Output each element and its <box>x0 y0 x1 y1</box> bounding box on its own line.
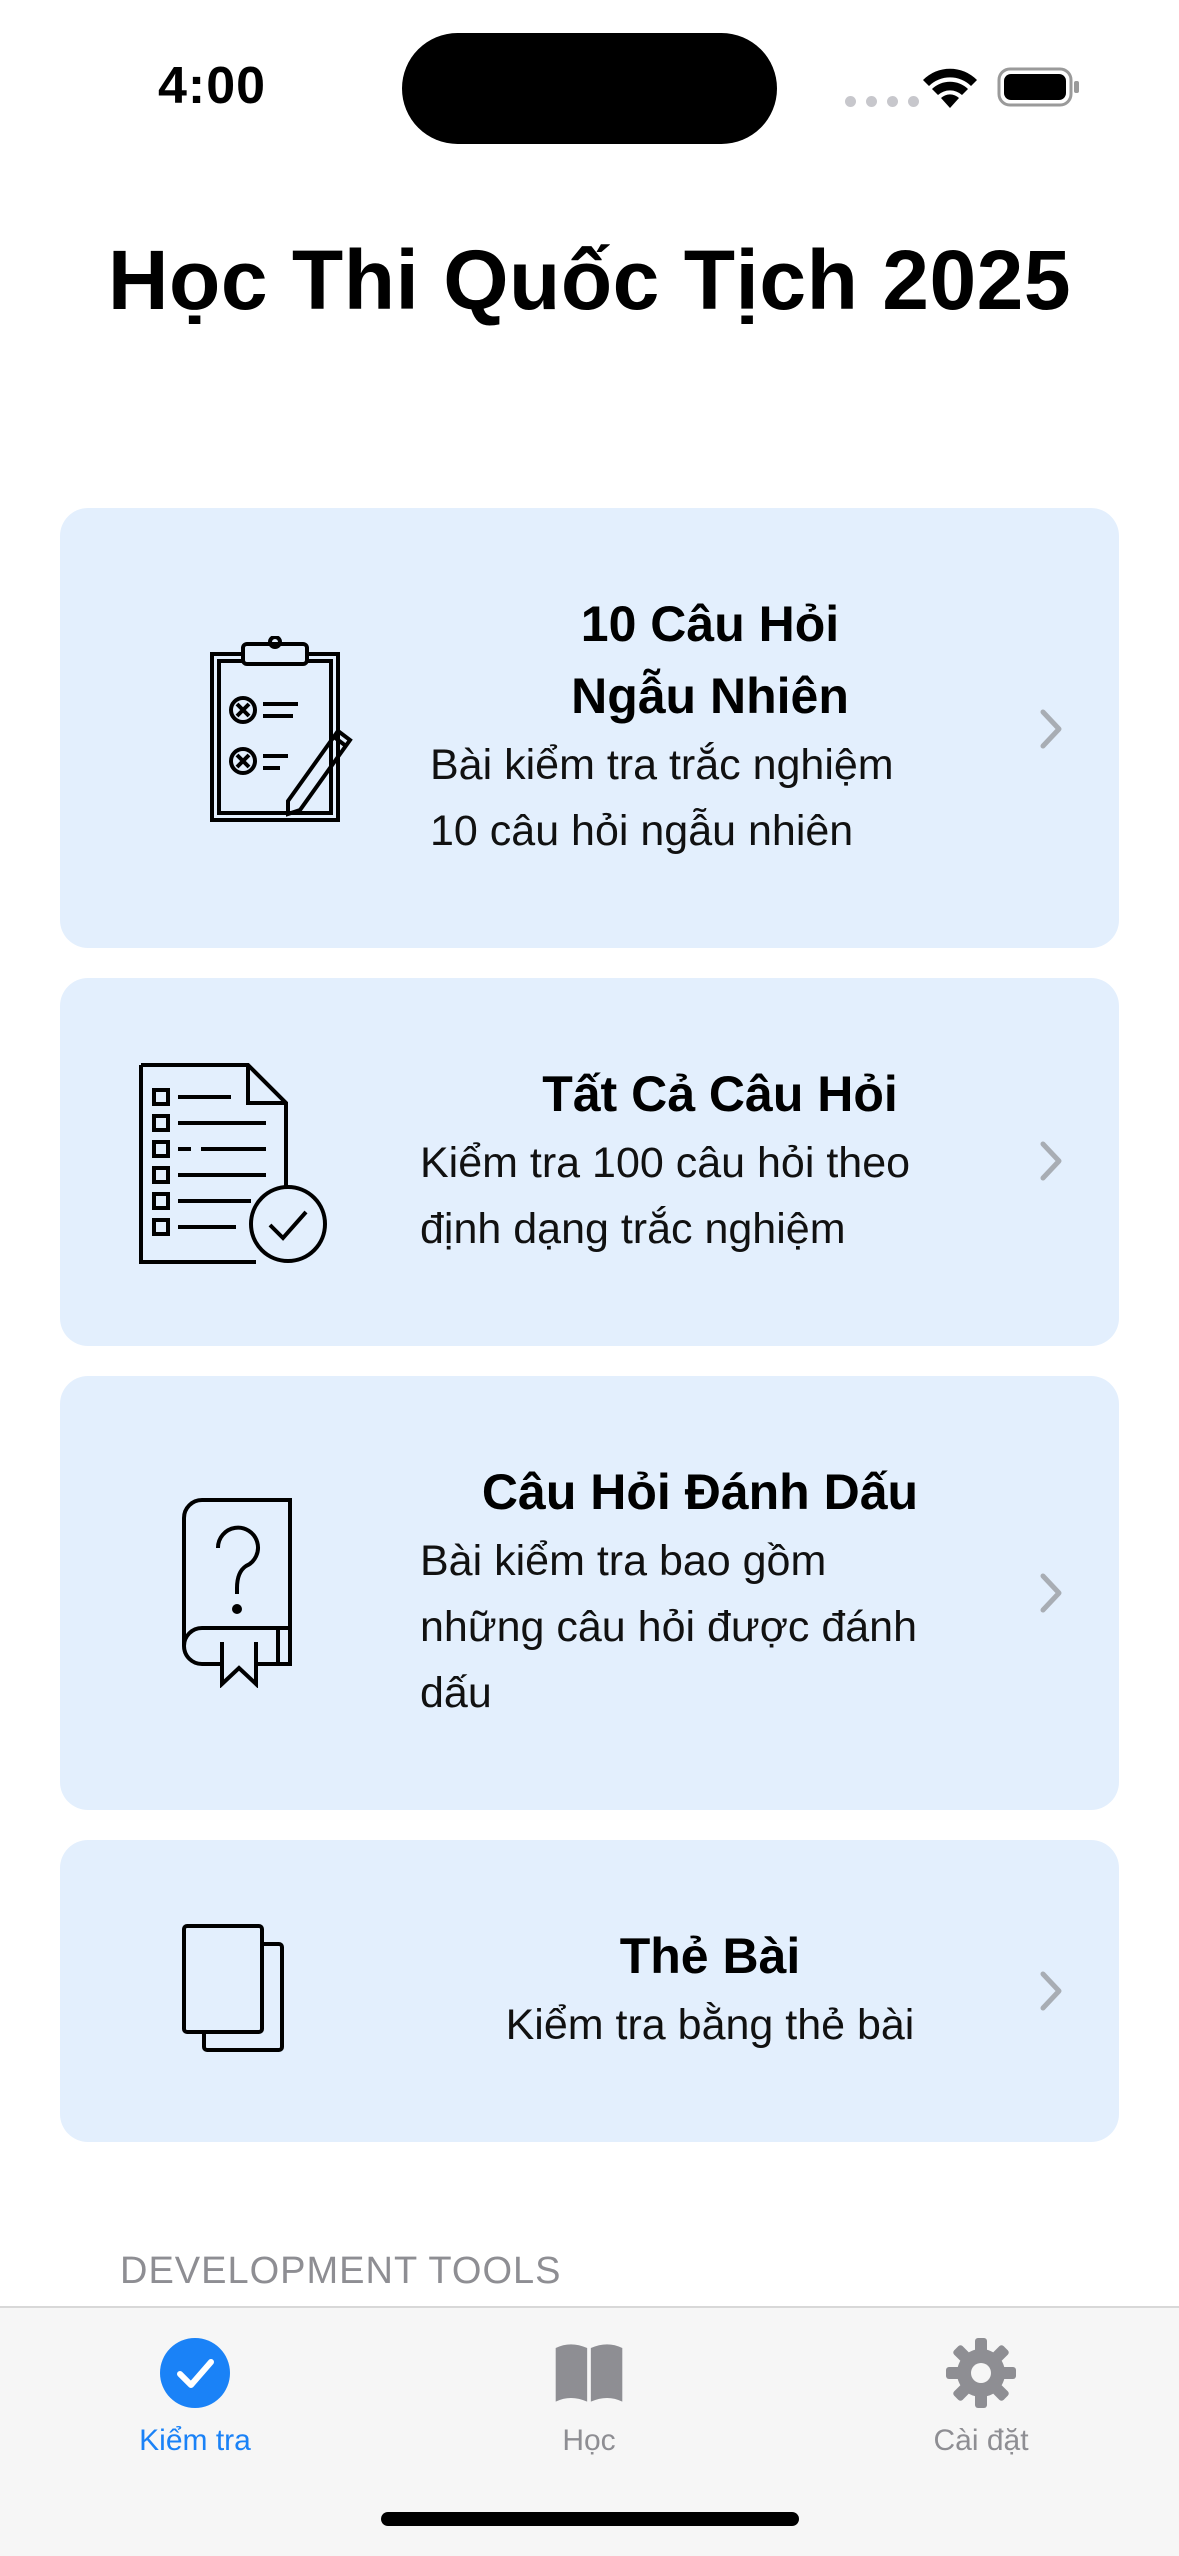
tab-kiem-tra[interactable]: Kiểm tra <box>75 2328 315 2458</box>
development-tools-header: DEVELOPMENT TOOLS <box>120 2250 562 2292</box>
checkmark-circle-icon <box>160 2338 230 2408</box>
card-description: Kiểm tra bằng thẻ bài <box>505 2001 915 2049</box>
card-title: 10 Câu Hỏi <box>580 596 840 652</box>
card-description: Bài kiểm tra bao gồm <box>420 1537 827 1585</box>
dynamic-island <box>402 33 777 144</box>
chevron-right-icon <box>1040 1573 1062 1613</box>
page-title: Học Thi Quốc Tịch 2025 <box>107 233 1072 327</box>
clipboard-pencil-icon <box>210 636 353 822</box>
question-book-icon <box>181 1498 292 1688</box>
card-description: Bài kiểm tra trắc nghiệm <box>430 741 894 789</box>
chevron-right-icon <box>1040 1141 1062 1181</box>
book-icon <box>555 2344 623 2402</box>
tab-label: Kiểm tra <box>139 2424 251 2457</box>
card-title: Tất Cả Câu Hỏi <box>542 1066 898 1122</box>
cards-icon <box>182 1924 284 2052</box>
status-time: 4:00 <box>158 57 267 115</box>
card-title: Câu Hỏi Đánh Dấu <box>481 1464 919 1520</box>
card-description: 10 câu hỏi ngẫu nhiên <box>430 807 854 855</box>
tab-label: Cài đặt <box>933 2424 1029 2457</box>
card-title: Thẻ Bài <box>619 1928 801 1984</box>
tab-cai-dat[interactable]: Cài đặt <box>861 2328 1101 2458</box>
wifi-icon <box>923 68 977 108</box>
card-description: định dạng trắc nghiệm <box>420 1205 846 1253</box>
battery-icon <box>997 67 1079 107</box>
card-description: dấu <box>420 1669 492 1717</box>
checklist-document-icon <box>139 1063 327 1264</box>
gear-icon <box>946 2338 1016 2408</box>
home-indicator[interactable] <box>381 2512 799 2526</box>
chevron-right-icon <box>1040 709 1062 749</box>
tab-hoc[interactable]: Học <box>469 2328 709 2458</box>
flashcards-card[interactable]: Thẻ Bài Kiểm tra bằng thẻ bài <box>60 1840 1119 2142</box>
tab-label: Học <box>562 2424 616 2457</box>
card-description: Kiểm tra 100 câu hỏi theo <box>420 1139 911 1187</box>
all-questions-card[interactable]: Tất Cả Câu Hỏi Kiểm tra 100 câu hỏi theo… <box>60 978 1119 1346</box>
bookmarked-questions-card[interactable]: Câu Hỏi Đánh Dấu Bài kiểm tra bao gồm nh… <box>60 1376 1119 1810</box>
chevron-right-icon <box>1040 1971 1062 2011</box>
card-title: Ngẫu Nhiên <box>571 668 849 724</box>
card-description: những câu hỏi được đánh <box>420 1603 917 1651</box>
cellular-signal-icon <box>845 96 919 107</box>
random-10-questions-card[interactable]: 10 Câu Hỏi Ngẫu Nhiên Bài kiểm tra trắc … <box>60 508 1119 948</box>
